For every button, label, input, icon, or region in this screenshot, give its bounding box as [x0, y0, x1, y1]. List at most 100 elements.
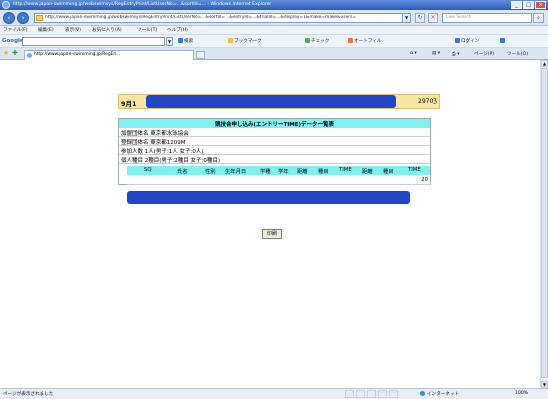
info-club: 登録団体名 東京都1209M [121, 140, 186, 146]
status-segment [389, 390, 398, 398]
add-favorites-icon[interactable]: ✚ [12, 50, 18, 57]
status-segment [367, 390, 376, 398]
tab-page-icon [27, 53, 32, 58]
maximize-button[interactable]: □ [523, 1, 534, 9]
vertical-scrollbar[interactable]: ▲ ▼ [540, 60, 548, 388]
search-icon [178, 38, 183, 43]
menu-help[interactable]: ヘルプ(H) [167, 27, 188, 33]
back-arrow-icon[interactable]: ‹ [3, 12, 15, 24]
security-zone[interactable]: インターネット [420, 391, 459, 397]
menu-view[interactable]: 表示(V) [65, 27, 81, 33]
table-row: 20 [127, 175, 430, 185]
info-federation: 加盟団体名 東京都水泳協会 [121, 131, 189, 137]
entry-time-value: 20 [421, 177, 428, 183]
scroll-down-icon[interactable]: ▼ [541, 381, 548, 388]
google-bookmark-button[interactable]: ブックマーク [228, 38, 262, 44]
google-logo: Google [2, 38, 24, 44]
google-login-button[interactable]: ログイン [455, 38, 479, 44]
address-field[interactable]: http://www.japan-swimming.jp/webswimsys/… [34, 13, 411, 23]
new-tab-button[interactable] [196, 51, 205, 59]
scroll-thumb[interactable] [541, 68, 548, 378]
print-button[interactable]: 印刷 [262, 229, 282, 239]
entry-header-row: SQ 氏名 性別 生年月日 学種 学年 距離 種目 TIME 距離 種目 TIM… [127, 166, 430, 175]
table-title-row: 競技会申し込み(エントリーTIME)データ一覧表 [119, 119, 430, 128]
info-row-club: 登録団体名 東京都1209M [119, 137, 430, 146]
menu-bar: ファイル(F) 編集(E) 表示(V) お気に入り(A) ツール(T) ヘルプ(… [0, 26, 548, 35]
status-bar: ページが表示されました インターネット 100% [0, 388, 548, 399]
tab-bar: ★ ✚ http://www.japan-swimming.jp/RegEn..… [0, 48, 548, 60]
date-header-right: 2970ℨ [418, 98, 437, 105]
menu-file[interactable]: ファイル(F) [3, 27, 28, 33]
col-school-type: 学種 [260, 169, 271, 175]
google-login-label: ログイン [461, 39, 480, 44]
zoom-level[interactable]: 100% [515, 391, 528, 396]
live-search-input[interactable]: Live Search [442, 13, 532, 23]
redaction-bar-top [146, 95, 396, 108]
refresh-icon[interactable]: ↻ [415, 13, 425, 23]
forward-arrow-icon[interactable]: › [17, 12, 29, 24]
google-check-button[interactable]: チェック [305, 38, 329, 44]
col-birthdate: 生年月日 [225, 169, 247, 175]
col-event-2: 種目 [383, 169, 394, 175]
google-autofill-button[interactable]: オートフィル [348, 38, 381, 44]
check-icon [305, 38, 310, 43]
page-icon [36, 15, 43, 21]
address-url[interactable]: http://www.japan-swimming.jp/webswimsys/… [45, 15, 400, 20]
info-row-participants: 参加人数 1人(男子:1人 女子:0人) [119, 146, 430, 155]
col-distance-1: 距離 [297, 169, 308, 175]
status-segment [345, 390, 354, 398]
menu-edit[interactable]: 編集(E) [38, 27, 54, 33]
date-header-left: 9月1 [121, 100, 137, 108]
google-check-label: チェック [311, 39, 330, 44]
redaction-bar-row [127, 191, 410, 204]
minimize-button[interactable]: _ [511, 1, 522, 9]
window-titlebar: http://www.japan-swimming.jp/webswimsys/… [0, 0, 548, 10]
col-name: 氏名 [177, 169, 188, 175]
info-row-federation: 加盟団体名 東京都水泳協会 [119, 128, 430, 137]
status-segment [356, 390, 365, 398]
globe-icon [420, 391, 425, 396]
search-icon[interactable]: ⌕ [533, 13, 544, 23]
print-icon[interactable]: ⎙ ▾ [452, 51, 459, 57]
feeds-icon[interactable]: ▤ ▾ [432, 51, 440, 56]
google-autofill-label: オートフィル [354, 39, 382, 44]
menu-favorites[interactable]: お気に入り(A) [92, 27, 122, 33]
star-icon [228, 38, 233, 43]
scroll-up-icon[interactable]: ▲ [541, 60, 548, 67]
google-search-input[interactable] [22, 37, 165, 46]
command-tools[interactable]: ツール(O) [507, 51, 528, 57]
autofill-icon [348, 38, 353, 43]
google-settings-icon[interactable] [500, 38, 506, 44]
security-zone-label: インターネット [427, 392, 460, 397]
col-distance-2: 距離 [362, 169, 373, 175]
status-text: ページが表示されました [3, 392, 54, 397]
close-button[interactable]: × [535, 1, 546, 9]
google-search-dropdown-icon[interactable]: ▼ [166, 37, 173, 46]
tab-label: http://www.japan-swimming.jp/RegEn... [34, 52, 121, 57]
info-events: 個人種目 2種目(男子:2種目 女子:0種目) [121, 158, 220, 164]
info-participants: 参加人数 1人(男子:1人 女子:0人) [121, 149, 204, 155]
address-dropdown-icon[interactable]: ▼ [402, 14, 410, 22]
entry-list-table: 競技会申し込み(エントリーTIME)データ一覧表 加盟団体名 東京都水泳協会 登… [118, 118, 431, 185]
col-sex: 性別 [205, 169, 216, 175]
google-search-label: 検索 [184, 39, 194, 44]
user-icon [455, 38, 460, 43]
ie-logo-icon [2, 1, 10, 9]
tab-current[interactable]: http://www.japan-swimming.jp/RegEn... [24, 50, 194, 60]
live-search-placeholder: Live Search [446, 15, 472, 20]
menu-tools[interactable]: ツール(T) [137, 27, 157, 33]
table-title: 競技会申し込み(エントリーTIME)データ一覧表 [214, 122, 335, 128]
google-search-button[interactable]: 検索 [178, 38, 193, 44]
col-event-1: 種目 [318, 169, 329, 175]
col-time-1: TIME [339, 167, 352, 173]
command-page[interactable]: ページ(P) [474, 51, 494, 57]
col-grade: 学年 [278, 169, 289, 175]
home-icon[interactable]: ⌂ ▾ [410, 51, 417, 56]
address-toolbar: ‹ › http://www.japan-swimming.jp/webswim… [0, 10, 548, 26]
google-toolbar: Google ▼ 検索 ブックマーク チェック オートフィル ログイン [0, 35, 548, 48]
stop-icon[interactable]: × [428, 13, 438, 23]
window-title: http://www.japan-swimming.jp/webswimsys/… [13, 2, 272, 7]
info-row-events: 個人種目 2種目(男子:2種目 女子:0種目) [119, 155, 430, 164]
col-time-2: TIME [408, 167, 421, 173]
favorites-star-icon[interactable]: ★ [3, 50, 9, 57]
